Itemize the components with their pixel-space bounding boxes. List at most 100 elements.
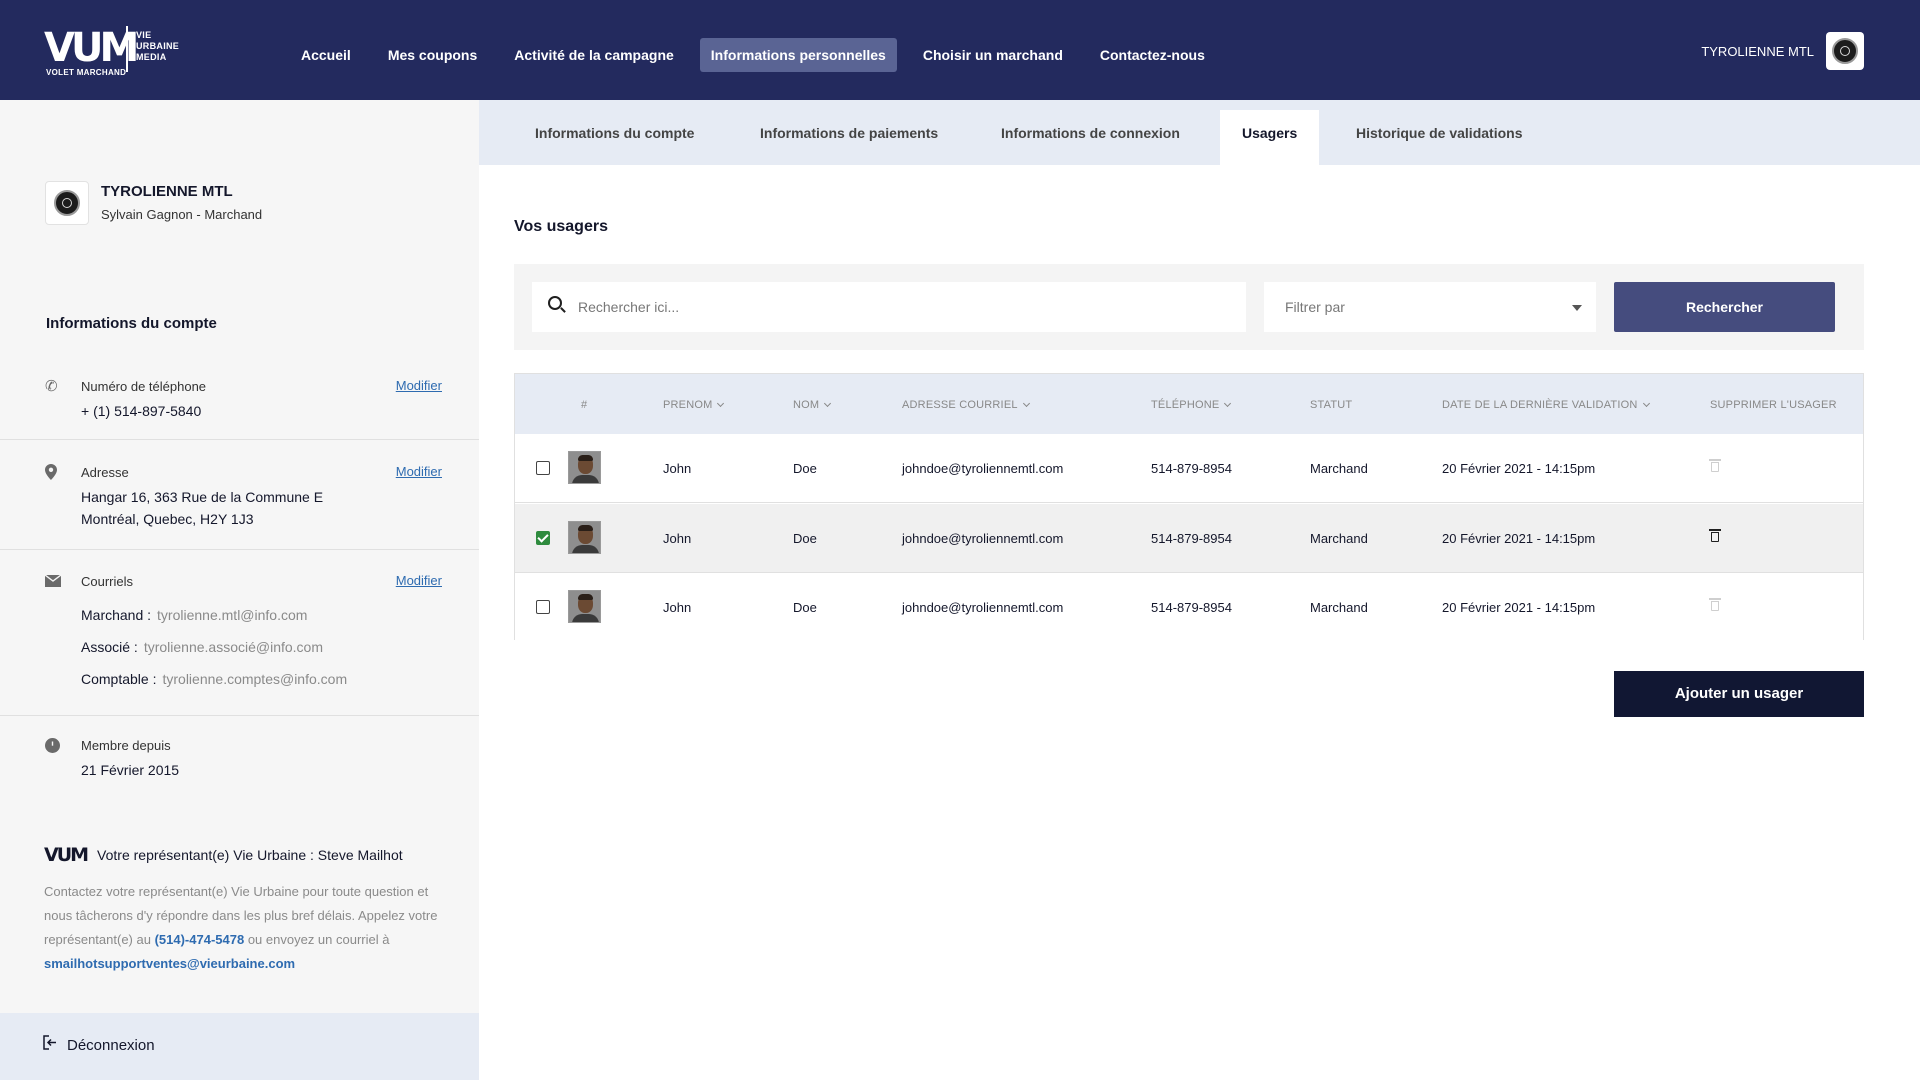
logo-line-2: URBAINE — [136, 41, 180, 51]
user-avatar — [568, 521, 601, 554]
page-title: Vos usagers — [514, 218, 608, 235]
representative-phone-link[interactable]: (514)-474-5478 — [155, 932, 245, 947]
trash-icon[interactable] — [1709, 529, 1721, 542]
tab-historique-validations[interactable]: Historique de validations — [1356, 110, 1522, 165]
cell-email: johndoe@tyroliennemtl.com — [902, 531, 1064, 546]
top-navbar: VUM VIE URBAINE MEDIA VOLET MARCHAND Acc… — [0, 0, 1920, 100]
account-sidebar: TYROLIENNE MTL Sylvain Gagnon - Marchand… — [0, 100, 479, 1080]
emails-block: Courriels Modifier Marchand : tyrolienne.… — [0, 550, 479, 716]
tab-informations-connexion[interactable]: Informations de connexion — [1001, 110, 1180, 165]
merchant-badge-icon — [1832, 38, 1858, 64]
sort-chevron-icon — [1022, 399, 1030, 408]
trash-icon[interactable] — [1709, 598, 1721, 611]
email-value: tyrolienne.comptes@info.com — [162, 671, 348, 687]
representative-description: Contactez votre représentant(e) Vie Urba… — [44, 880, 444, 976]
col-label: TÉLÉPHONE — [1151, 399, 1220, 411]
cell-telephone: 514-879-8954 — [1151, 600, 1232, 615]
logo-line-3: MEDIA — [136, 52, 167, 62]
filter-select[interactable]: Filtrer par — [1264, 282, 1596, 332]
tab-informations-compte[interactable]: Informations du compte — [535, 110, 694, 165]
clock-icon — [45, 738, 60, 753]
nav-activite-campagne[interactable]: Activité de la campagne — [503, 38, 685, 72]
col-index: # — [581, 399, 588, 411]
col-prenom[interactable]: PRENOM — [663, 399, 725, 411]
cell-telephone: 514-879-8954 — [1151, 531, 1232, 546]
col-email[interactable]: ADRESSE COURRIEL — [902, 399, 1030, 411]
cell-prenom: John — [663, 600, 692, 615]
col-telephone[interactable]: TÉLÉPHONE — [1151, 399, 1232, 411]
sort-chevron-icon — [1642, 399, 1650, 408]
representative-name: Votre représentant(e) Vie Urbaine : Stev… — [97, 847, 403, 863]
merchant-name: TYROLIENNE MTL — [101, 183, 233, 200]
member-since-label: Membre depuis — [81, 738, 171, 753]
merchant-logo — [45, 181, 89, 225]
modify-address-link[interactable]: Modifier — [396, 464, 442, 479]
logo-mark: VUM — [44, 25, 139, 71]
row-checkbox[interactable] — [536, 531, 550, 545]
cell-nom: Doe — [793, 600, 817, 615]
trash-icon[interactable] — [1709, 459, 1721, 472]
modify-phone-link[interactable]: Modifier — [396, 378, 442, 393]
table-row[interactable]: John Doe johndoe@tyroliennemtl.com 514-8… — [515, 434, 1863, 503]
vum-logo[interactable]: VUM VIE URBAINE MEDIA VOLET MARCHAND — [44, 24, 194, 80]
logout-button[interactable]: Déconnexion — [0, 1013, 479, 1080]
nav-informations-personnelles[interactable]: Informations personnelles — [699, 38, 897, 72]
member-since-value: 21 Février 2015 — [81, 762, 180, 778]
cell-nom: Doe — [793, 461, 817, 476]
col-label: ADRESSE COURRIEL — [902, 399, 1018, 411]
phone-block: ✆ Numéro de téléphone + (1) 514-897-5840… — [0, 350, 479, 440]
tab-informations-paiements[interactable]: Informations de paiements — [760, 110, 938, 165]
merchant-role: Sylvain Gagnon - Marchand — [101, 207, 263, 222]
cell-email: johndoe@tyroliennemtl.com — [902, 461, 1064, 476]
add-user-button[interactable]: Ajouter un usager — [1614, 671, 1864, 717]
col-date[interactable]: DATE DE LA DERNIÈRE VALIDATION — [1442, 399, 1650, 411]
row-checkbox[interactable] — [536, 600, 550, 614]
table-header: # PRENOM NOM ADRESSE COURRIEL TÉLÉPHONE … — [515, 374, 1863, 434]
user-name: TYROLIENNE MTL — [1701, 43, 1814, 59]
email-row-marchand: Marchand : tyrolienne.mtl@info.com — [81, 607, 307, 623]
search-button[interactable]: Rechercher — [1614, 282, 1835, 332]
phone-icon: ✆ — [45, 378, 58, 395]
sort-chevron-icon — [824, 399, 832, 408]
merchant-badge-icon — [54, 190, 80, 216]
address-line-2: Montréal, Quebec, H2Y 1J3 — [81, 511, 254, 527]
table-row[interactable]: John Doe johndoe@tyroliennemtl.com 514-8… — [515, 504, 1863, 573]
cell-date: 20 Février 2021 - 14:15pm — [1442, 461, 1596, 476]
cell-date: 20 Février 2021 - 14:15pm — [1442, 531, 1596, 546]
location-pin-icon — [45, 464, 57, 480]
user-avatar[interactable] — [1826, 32, 1864, 70]
nav-choisir-marchand[interactable]: Choisir un marchand — [912, 38, 1074, 72]
search-panel: Filtrer par Rechercher — [514, 264, 1864, 350]
tab-usagers[interactable]: Usagers — [1220, 110, 1320, 165]
col-label: PRENOM — [663, 399, 713, 411]
col-label: NOM — [793, 399, 820, 411]
address-block: Adresse Hangar 16, 363 Rue de la Commune… — [0, 440, 479, 550]
sort-chevron-icon — [717, 399, 725, 408]
cell-statut: Marchand — [1310, 461, 1368, 476]
chevron-down-icon — [1572, 305, 1582, 311]
cell-prenom: John — [663, 461, 692, 476]
cell-telephone: 514-879-8954 — [1151, 461, 1232, 476]
logout-icon — [43, 1035, 56, 1050]
table-row[interactable]: John Doe johndoe@tyroliennemtl.com 514-8… — [515, 573, 1863, 642]
representative-email-link[interactable]: smailhotsupportventes@vieurbaine.com — [44, 956, 295, 971]
phone-label: Numéro de téléphone — [81, 379, 207, 394]
nav-accueil[interactable]: Accueil — [290, 38, 362, 72]
logout-label: Déconnexion — [67, 1037, 155, 1054]
nav-contactez-nous[interactable]: Contactez-nous — [1089, 38, 1216, 72]
search-input[interactable] — [578, 282, 1228, 332]
emails-label: Courriels — [81, 574, 134, 589]
users-table: # PRENOM NOM ADRESSE COURRIEL TÉLÉPHONE … — [514, 373, 1864, 642]
col-statut: STATUT — [1310, 399, 1353, 411]
main-nav: Accueil Mes coupons Activité de la campa… — [290, 38, 1231, 72]
modify-emails-link[interactable]: Modifier — [396, 573, 442, 588]
nav-mes-coupons[interactable]: Mes coupons — [377, 38, 488, 72]
user-menu[interactable]: TYROLIENNE MTL — [1701, 32, 1864, 70]
email-row-associe: Associé : tyrolienne.associé@info.com — [81, 639, 323, 655]
cell-email: johndoe@tyroliennemtl.com — [902, 600, 1064, 615]
row-checkbox[interactable] — [536, 461, 550, 475]
mail-icon — [45, 575, 61, 587]
logo-divider — [126, 26, 128, 72]
col-nom[interactable]: NOM — [793, 399, 832, 411]
vum-mini-logo: VUM — [44, 844, 89, 866]
